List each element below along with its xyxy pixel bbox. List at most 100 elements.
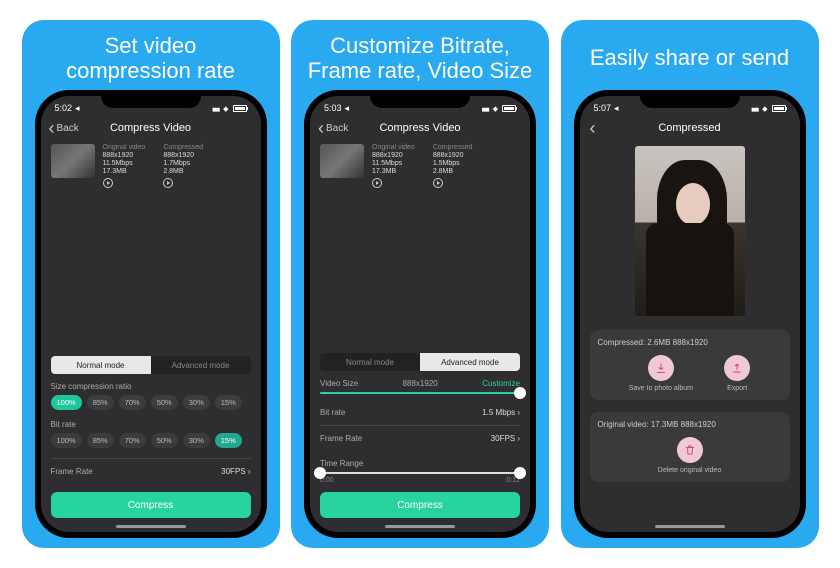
home-indicator[interactable]	[655, 525, 725, 528]
status-time: 5:02	[55, 103, 73, 113]
play-icon[interactable]	[103, 178, 113, 188]
header: Back Compress Video	[41, 118, 261, 140]
header-title: Compressed	[658, 122, 720, 134]
screen: 5:02◂ Back Compress Video Original video…	[41, 96, 261, 532]
export-icon	[724, 355, 750, 381]
pill-85[interactable]: 85%	[87, 395, 114, 410]
phone-frame: 5:03◂ Back Compress Video Original video…	[304, 90, 536, 538]
pill-100[interactable]: 100%	[51, 395, 82, 410]
signal-icon	[212, 103, 219, 113]
back-button[interactable]: Back	[318, 123, 348, 134]
bitrate-row[interactable]: Bit rate 1.5 Mbps ›	[320, 400, 520, 425]
notch	[640, 90, 740, 108]
mode-tabs: Normal mode Advanced mode	[51, 356, 251, 374]
wifi-icon	[762, 103, 767, 113]
pill-15[interactable]: 15%	[215, 433, 242, 448]
header: Back Compress Video	[310, 118, 530, 140]
video-thumbnail[interactable]	[51, 144, 95, 178]
header-title: Compress Video	[110, 122, 191, 134]
compressed-card: Compressed: 2.6MB 888x1920 Save to photo…	[590, 330, 790, 400]
video-size-value: 888x1920	[403, 379, 438, 388]
pill-70[interactable]: 70%	[119, 433, 146, 448]
bitrate-pills: 100% 85% 70% 50% 30% 15%	[51, 433, 251, 448]
video-size-row: Video Size 888x1920 Customize	[320, 379, 520, 394]
frame-rate-row[interactable]: Frame Rate 30FPS ›	[51, 458, 251, 484]
screen: 5:03◂ Back Compress Video Original video…	[310, 96, 530, 532]
save-action[interactable]: Save to photo album	[629, 355, 693, 392]
play-icon[interactable]	[163, 178, 173, 188]
size-ratio-pills: 100% 85% 70% 50% 30% 15%	[51, 395, 251, 410]
tab-advanced[interactable]: Advanced mode	[420, 353, 520, 371]
mode-tabs: Normal mode Advanced mode	[320, 353, 520, 371]
play-icon[interactable]	[372, 178, 382, 188]
pill-100[interactable]: 100%	[51, 433, 82, 448]
video-thumbnail[interactable]	[320, 144, 364, 178]
play-icon[interactable]	[433, 178, 443, 188]
slide-2: Customize Bitrate, Frame rate, Video Siz…	[291, 20, 549, 548]
screen: 5:07◂ ‹ Compressed Compressed: 2.6MB 888…	[580, 96, 800, 532]
save-icon	[648, 355, 674, 381]
size-ratio-label: Size compression ratio	[51, 382, 251, 391]
time-range-slider[interactable]	[320, 472, 520, 474]
time-range-label: Time Range	[320, 459, 363, 468]
wifi-icon	[223, 103, 228, 113]
phone-frame: 5:02◂ Back Compress Video Original video…	[35, 90, 267, 538]
signal-icon	[482, 103, 489, 113]
back-button[interactable]: ‹	[590, 123, 596, 133]
home-indicator[interactable]	[385, 525, 455, 528]
trash-icon	[677, 437, 703, 463]
battery-icon	[772, 105, 786, 112]
tab-normal[interactable]: Normal mode	[51, 356, 151, 374]
video-size-slider[interactable]	[320, 392, 520, 394]
status-time: 5:07	[594, 103, 612, 113]
original-column: Original video 888x1920 11.5Mbps 17.3MB	[372, 144, 415, 188]
wifi-icon	[493, 103, 498, 113]
location-icon: ◂	[345, 103, 350, 114]
controls-panel: Normal mode Advanced mode Size compressi…	[41, 350, 261, 532]
tab-advanced[interactable]: Advanced mode	[151, 356, 251, 374]
pill-30[interactable]: 30%	[183, 433, 210, 448]
notch	[370, 90, 470, 108]
location-icon: ◂	[614, 103, 619, 114]
location-icon: ◂	[75, 103, 80, 114]
slide-3: Easily share or send 5:07◂ ‹ Compressed …	[561, 20, 819, 548]
signal-icon	[751, 103, 758, 113]
phone-frame: 5:07◂ ‹ Compressed Compressed: 2.6MB 888…	[574, 90, 806, 538]
pill-50[interactable]: 50%	[151, 395, 178, 410]
home-indicator[interactable]	[116, 525, 186, 528]
compress-button[interactable]: Compress	[51, 492, 251, 518]
bitrate-label: Bit rate	[51, 420, 251, 429]
customize-link[interactable]: Customize	[482, 379, 520, 388]
pill-15[interactable]: 15%	[215, 395, 242, 410]
original-card: Original video: 17.3MB 888x1920 Delete o…	[590, 412, 790, 482]
compressed-column: Compressed 888x1920 1.7Mbps 2.8MB	[163, 144, 203, 188]
pill-85[interactable]: 85%	[87, 433, 114, 448]
battery-icon	[233, 105, 247, 112]
notch	[101, 90, 201, 108]
slide-title: Easily share or send	[590, 30, 789, 86]
video-size-label: Video Size	[320, 379, 358, 388]
frame-rate-row[interactable]: Frame Rate 30FPS ›	[320, 425, 520, 451]
compressed-column: Compressed 888x1920 1.5Mbps 2.8MB	[433, 144, 473, 188]
slide-title: Set video compression rate	[66, 30, 235, 86]
delete-action[interactable]: Delete original video	[658, 437, 721, 474]
header-title: Compress Video	[379, 122, 460, 134]
controls-panel: Normal mode Advanced mode Video Size 888…	[310, 347, 530, 532]
tab-normal[interactable]: Normal mode	[320, 353, 420, 371]
back-button[interactable]: Back	[49, 123, 79, 134]
video-info: Original video 888x1920 11.5Mbps 17.3MB …	[41, 140, 261, 196]
battery-icon	[502, 105, 516, 112]
result-preview[interactable]	[635, 146, 745, 316]
pill-50[interactable]: 50%	[151, 433, 178, 448]
pill-70[interactable]: 70%	[119, 395, 146, 410]
slide-1: Set video compression rate 5:02◂ Back Co…	[22, 20, 280, 548]
compress-button[interactable]: Compress	[320, 492, 520, 518]
export-action[interactable]: Export	[724, 355, 750, 392]
pill-30[interactable]: 30%	[183, 395, 210, 410]
slide-title: Customize Bitrate, Frame rate, Video Siz…	[308, 30, 533, 86]
header: ‹ Compressed	[580, 118, 800, 140]
compressed-info: Compressed: 2.6MB 888x1920	[598, 338, 782, 347]
video-info: Original video 888x1920 11.5Mbps 17.3MB …	[310, 140, 530, 196]
original-column: Original video 888x1920 11.5Mbps 17.3MB	[103, 144, 146, 188]
time-range-row: Time Range 0:00 0:12	[320, 459, 520, 484]
